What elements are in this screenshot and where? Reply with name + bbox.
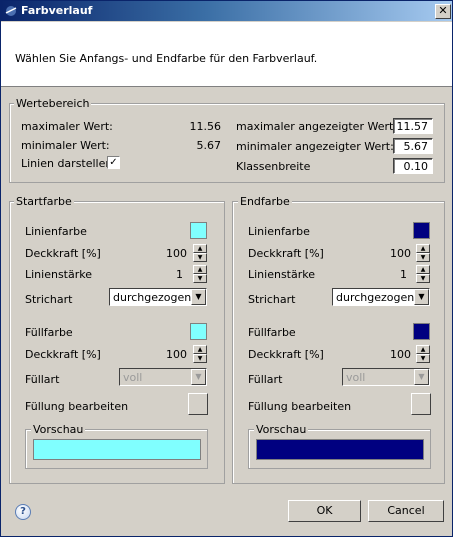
start-line-style-value: durchgezogen [113,291,192,304]
banner-message: Wählen Sie Anfangs- und Endfarbe für den… [15,52,318,65]
end-line-style-label: Strichart [248,293,296,306]
end-edit-fill-label: Füllung bearbeiten [248,400,352,413]
end-line-color-swatch[interactable] [413,222,430,239]
start-line-color-label: Linienfarbe [25,225,87,238]
max-shown-label: maximaler angezeigter Wert: [236,120,398,133]
start-fill-opacity-spinner[interactable]: ▲ ▼ [193,345,207,363]
start-line-width-value: 1 [176,268,183,281]
chevron-down-icon[interactable]: ▼ [414,289,429,305]
start-edit-fill-button[interactable] [188,393,208,415]
dialog-window: Farbverlauf ✕ Wählen Sie Anfangs- und En… [0,0,453,537]
lines-display-label: Linien darstellen: [21,157,117,170]
ok-button[interactable]: OK [288,500,361,522]
cancel-button[interactable]: Cancel [368,500,444,522]
spin-down-icon[interactable]: ▼ [193,253,207,262]
end-fill-type-label: Füllart [248,373,283,386]
close-button[interactable]: ✕ [435,4,451,19]
start-fill-type-select: voll ▼ [119,368,207,386]
start-opacity-label: Deckkraft [%] [25,247,101,260]
start-preview-swatch [33,439,201,460]
chevron-down-icon: ▼ [414,369,429,385]
spin-up-icon[interactable]: ▲ [416,244,430,253]
start-line-width-spinner[interactable]: ▲ ▼ [193,265,207,283]
end-opacity-spinner[interactable]: ▲ ▼ [416,244,430,262]
end-fill-color-label: Füllfarbe [248,326,296,339]
end-fill-type-select: voll ▼ [342,368,430,386]
end-line-width-spinner[interactable]: ▲ ▼ [416,265,430,283]
help-icon[interactable]: ? [15,504,31,520]
spin-down-icon[interactable]: ▼ [416,354,430,363]
start-edit-fill-label: Füllung bearbeiten [25,400,129,413]
app-icon [5,6,17,16]
spin-up-icon[interactable]: ▲ [416,265,430,274]
end-fill-color-swatch[interactable] [413,323,430,340]
min-shown-label: minimaler angezeigter Wert: [236,140,394,153]
start-line-style-select[interactable]: durchgezogen ▼ [109,288,207,306]
window-title: Farbverlauf [21,4,93,17]
end-fill-type-value: voll [346,371,366,384]
end-line-style-value: durchgezogen [336,291,415,304]
end-line-width-label: Linienstärke [248,268,316,281]
class-width-label: Klassenbreite [236,160,311,173]
start-opacity-spinner[interactable]: ▲ ▼ [193,244,207,262]
start-opacity-value: 100 [166,247,187,260]
end-color-legend: Endfarbe [238,195,292,208]
spin-down-icon[interactable]: ▼ [193,274,207,283]
end-opacity-label: Deckkraft [%] [248,247,324,260]
range-legend: Wertebereich [14,97,92,110]
end-preview-swatch [256,439,424,460]
start-fill-opacity-label: Deckkraft [%] [25,348,101,361]
max-shown-field[interactable]: 11.57 [393,118,433,134]
start-line-color-swatch[interactable] [190,222,207,239]
min-shown-field[interactable]: 5.67 [393,138,433,154]
spin-up-icon[interactable]: ▲ [416,345,430,354]
start-line-style-label: Strichart [25,293,73,306]
spin-down-icon[interactable]: ▼ [416,253,430,262]
start-fill-color-label: Füllfarbe [25,326,73,339]
end-opacity-value: 100 [390,247,411,260]
end-line-color-label: Linienfarbe [248,225,310,238]
spin-up-icon[interactable]: ▲ [193,265,207,274]
spin-up-icon[interactable]: ▲ [193,345,207,354]
start-preview-legend: Vorschau [31,423,86,436]
spin-up-icon[interactable]: ▲ [193,244,207,253]
end-fill-opacity-value: 100 [390,348,411,361]
min-value: 5.67 [196,139,222,152]
max-value-label: maximaler Wert: [21,120,113,133]
start-fill-type-label: Füllart [25,373,60,386]
min-value-label: minimaler Wert: [21,139,110,152]
lines-display-checkbox[interactable]: ✓ [107,156,120,169]
start-line-width-label: Linienstärke [25,268,93,281]
end-preview-legend: Vorschau [254,423,309,436]
max-value: 11.56 [189,120,222,133]
start-color-legend: Startfarbe [14,195,74,208]
chevron-down-icon[interactable]: ▼ [191,289,206,305]
end-line-style-select[interactable]: durchgezogen ▼ [332,288,430,306]
end-line-width-value: 1 [400,268,407,281]
title-bar: Farbverlauf ✕ [1,1,452,21]
check-icon: ✓ [109,157,118,168]
end-edit-fill-button[interactable] [411,393,431,415]
end-fill-opacity-label: Deckkraft [%] [248,348,324,361]
message-banner: Wählen Sie Anfangs- und Endfarbe für den… [1,22,452,87]
spin-down-icon[interactable]: ▼ [416,274,430,283]
start-fill-opacity-value: 100 [166,348,187,361]
spin-down-icon[interactable]: ▼ [193,354,207,363]
class-width-field[interactable]: 0.10 [393,158,433,174]
chevron-down-icon: ▼ [191,369,206,385]
start-fill-type-value: voll [123,371,143,384]
end-fill-opacity-spinner[interactable]: ▲ ▼ [416,345,430,363]
start-fill-color-swatch[interactable] [190,323,207,340]
close-icon: ✕ [438,4,448,17]
